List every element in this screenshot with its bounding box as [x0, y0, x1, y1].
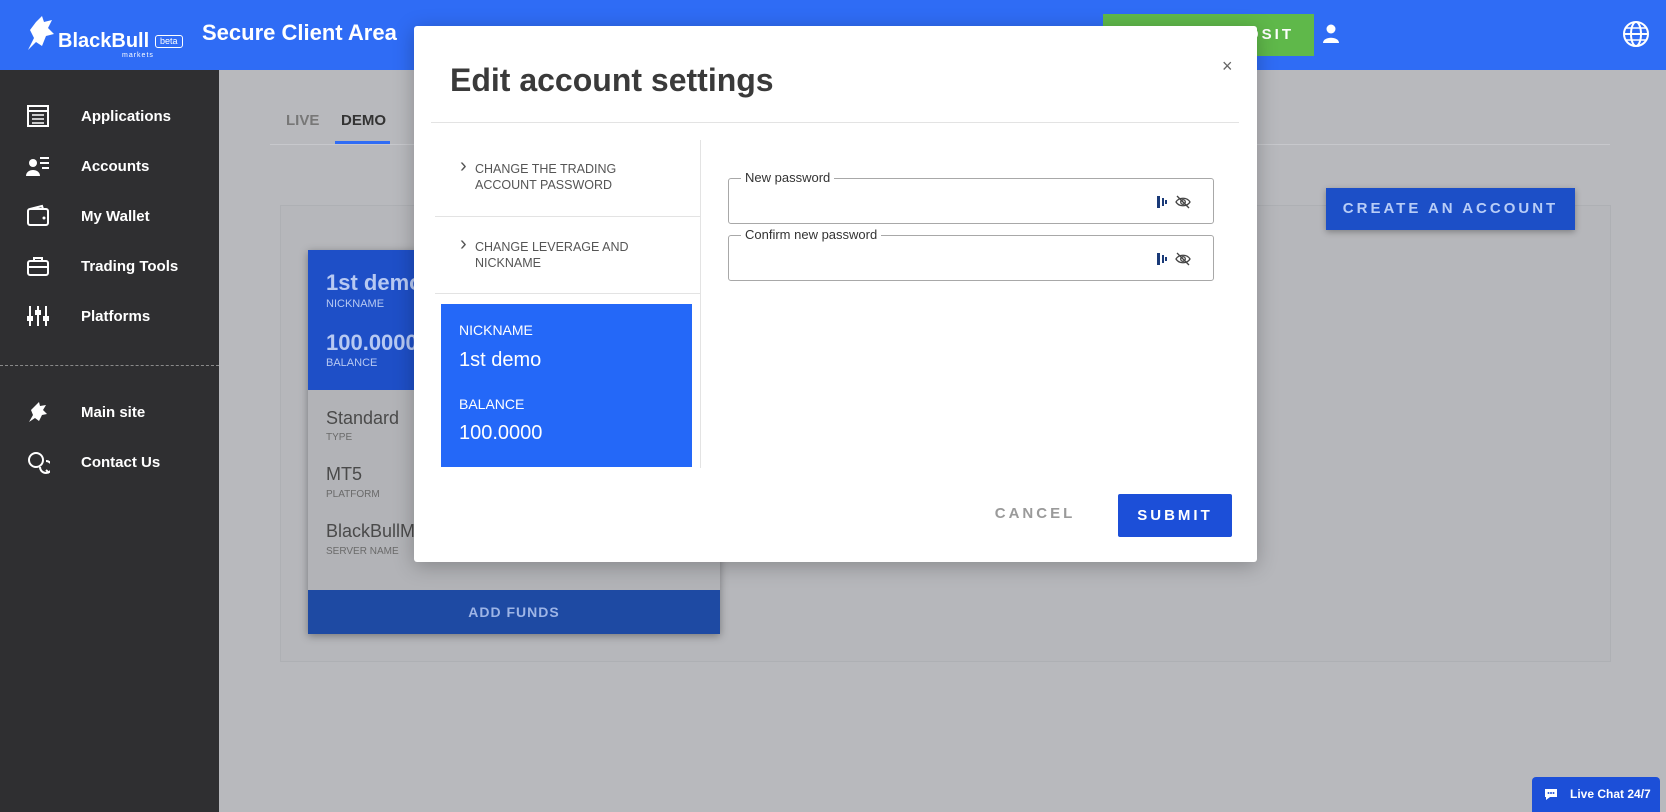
sidebar-item-label: Trading Tools: [81, 257, 179, 275]
sidebar-item-label: Contact Us: [81, 453, 161, 471]
chevron-right-icon: ›: [460, 233, 467, 255]
sidebar-item-trading-tools[interactable]: Trading Tools: [0, 246, 219, 286]
blackbull-logo[interactable]: BlackBull beta markets: [22, 12, 192, 60]
menu-separator: [435, 293, 700, 294]
close-icon[interactable]: ×: [1222, 56, 1233, 77]
chat-icon: [1545, 789, 1557, 800]
tab-demo[interactable]: DEMO: [341, 112, 386, 129]
submit-button[interactable]: SUBMIT: [1118, 494, 1232, 537]
info-balance-value: 100.0000: [459, 422, 543, 444]
sidebar-item-accounts[interactable]: Accounts: [0, 146, 219, 186]
modal-divider: [431, 122, 1239, 123]
menu-change-password[interactable]: › CHANGE THE TRADING ACCOUNT PASSWORD: [435, 155, 695, 199]
type-label: TYPE: [326, 432, 353, 443]
new-password-input[interactable]: [739, 187, 1139, 215]
cancel-button[interactable]: CANCEL: [985, 494, 1085, 534]
page-title: Secure Client Area: [202, 20, 397, 45]
beta-badge: beta: [155, 35, 183, 48]
sliders-icon: [27, 306, 49, 326]
menu-change-leverage[interactable]: › CHANGE LEVERAGE AND NICKNAME: [435, 233, 695, 277]
modal-column-divider: [700, 140, 701, 468]
add-funds-button[interactable]: ADD FUNDS: [308, 590, 720, 634]
eye-off-icon[interactable]: [1175, 195, 1191, 209]
platform-label: PLATFORM: [326, 489, 380, 500]
chat-bubbles-icon: [28, 452, 50, 474]
account-nickname: 1st demo: [326, 270, 423, 295]
logo-text: BlackBull: [58, 30, 150, 52]
password-manager-icon[interactable]: [1157, 195, 1169, 209]
chevron-right-icon: ›: [460, 155, 467, 177]
sidebar-item-main-site[interactable]: Main site: [0, 392, 219, 432]
nickname-label: NICKNAME: [326, 298, 385, 310]
briefcase-icon: [27, 257, 49, 276]
sidebar-item-label: Accounts: [81, 157, 150, 175]
password-manager-icon[interactable]: [1157, 252, 1169, 266]
applications-icon: [27, 105, 49, 127]
menu-item-label: CHANGE LEVERAGE AND NICKNAME: [475, 240, 629, 270]
account-info-box: NICKNAME 1st demo BALANCE 100.0000: [441, 304, 692, 467]
modal-title: Edit account settings: [450, 62, 774, 98]
create-account-button[interactable]: CREATE AN ACCOUNT: [1326, 188, 1575, 230]
sidebar-item-label: Main site: [81, 403, 146, 421]
live-chat-label: Live Chat 24/7: [1570, 787, 1651, 801]
bull-icon: [29, 402, 47, 422]
info-balance-label: BALANCE: [459, 396, 525, 412]
sidebar: Applications Accounts My Wallet Trading …: [0, 70, 219, 812]
confirm-password-field[interactable]: Confirm new password: [728, 227, 1214, 281]
eye-off-icon[interactable]: [1175, 252, 1191, 266]
edit-account-modal: Edit account settings × › CHANGE THE TRA…: [414, 26, 1257, 562]
sidebar-item-label: My Wallet: [81, 207, 150, 225]
sidebar-item-label: Platforms: [81, 307, 151, 325]
live-chat-button[interactable]: Live Chat 24/7: [1532, 777, 1660, 812]
server-label: SERVER NAME: [326, 546, 399, 557]
globe-icon[interactable]: [1622, 20, 1650, 48]
new-password-field[interactable]: New password: [728, 170, 1214, 224]
bull-logo-icon: [28, 16, 54, 50]
wallet-icon: [27, 204, 49, 226]
account-platform: MT5: [326, 464, 362, 484]
sidebar-item-my-wallet[interactable]: My Wallet: [0, 196, 219, 236]
menu-item-label: CHANGE THE TRADING ACCOUNT PASSWORD: [475, 162, 617, 192]
info-nickname-label: NICKNAME: [459, 322, 533, 338]
balance-label: BALANCE: [326, 357, 378, 369]
logo-subtext: markets: [122, 52, 154, 59]
confirm-password-label: Confirm new password: [741, 227, 882, 242]
account-type: Standard: [326, 408, 400, 428]
new-password-label: New password: [741, 170, 835, 185]
accounts-icon: [26, 157, 49, 176]
menu-separator: [435, 216, 700, 217]
tab-live[interactable]: LIVE: [286, 112, 319, 129]
sidebar-item-applications[interactable]: Applications: [0, 96, 219, 136]
user-icon[interactable]: [1322, 24, 1340, 44]
sidebar-item-contact-us[interactable]: Contact Us: [0, 442, 219, 482]
sidebar-item-label: Applications: [81, 107, 172, 125]
confirm-password-input[interactable]: [739, 244, 1139, 272]
account-balance: 100.0000: [326, 330, 418, 355]
sidebar-item-platforms[interactable]: Platforms: [0, 296, 219, 336]
sidebar-divider: [0, 365, 219, 366]
info-nickname-value: 1st demo: [459, 349, 542, 371]
